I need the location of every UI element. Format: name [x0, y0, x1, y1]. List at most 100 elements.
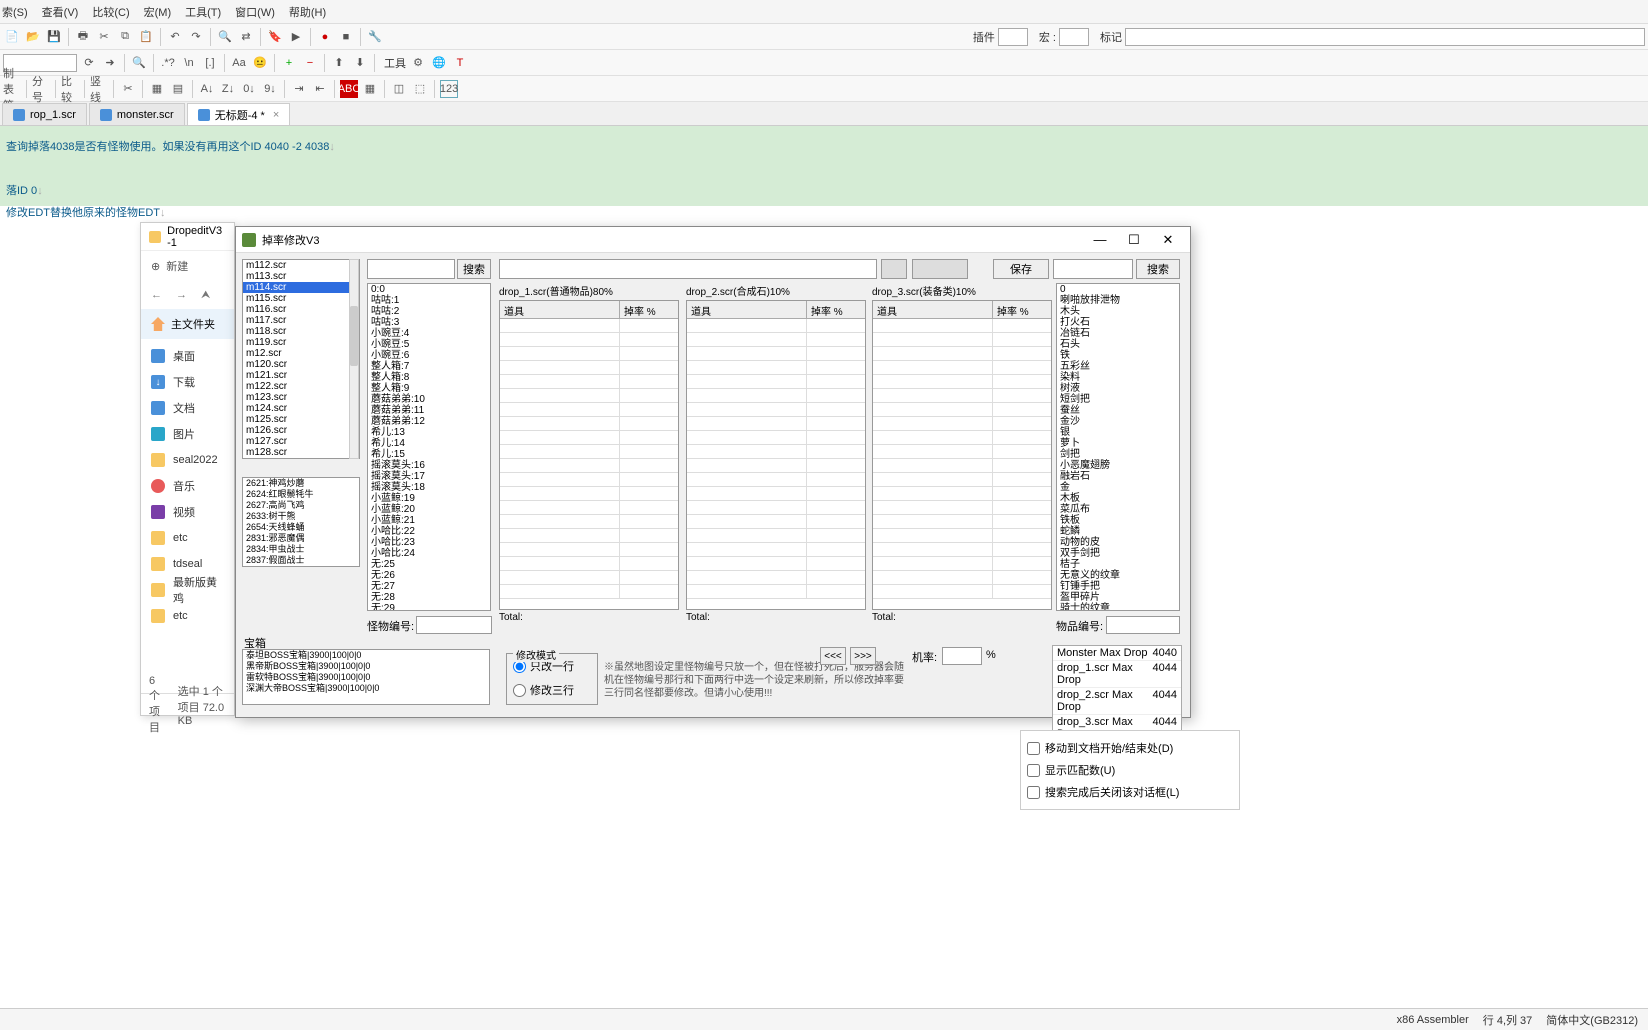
item-entry[interactable]: 小蓝鲸:21 — [368, 515, 490, 526]
fileexp-item[interactable]: etc — [141, 525, 234, 551]
file-listbox[interactable]: m112.scrm113.scrm114.scrm115.scrm116.scr… — [242, 259, 360, 459]
tb3-sort09-icon[interactable]: 0↓ — [240, 80, 258, 98]
tb3-grid-icon[interactable]: ▦ — [361, 80, 379, 98]
tb-paste-icon[interactable]: 📋 — [137, 28, 155, 46]
radio-three-lines[interactable]: 修改三行 — [507, 678, 597, 702]
tb2-bracket-icon[interactable]: [.] — [201, 54, 219, 72]
plugin-input[interactable] — [998, 28, 1028, 46]
tb-bookmark-icon[interactable]: 🔖 — [266, 28, 284, 46]
monster-listbox[interactable]: 2621:神鸡炒蘑2624:红眼鬃牦牛2627:高尚飞鸡2633:树干熊2654… — [242, 477, 360, 567]
right-item-entry[interactable]: 铁板 — [1057, 515, 1179, 526]
item-entry[interactable]: 无:25 — [368, 559, 490, 570]
tb3-num-icon[interactable]: 123 — [440, 80, 458, 98]
right-item-entry[interactable]: 剑把 — [1057, 449, 1179, 460]
tb3-sort90-icon[interactable]: 9↓ — [261, 80, 279, 98]
close-button[interactable]: ✕ — [1152, 230, 1184, 250]
tb2-up-icon[interactable]: ⬆ — [330, 54, 348, 72]
tb3-compare-icon[interactable]: 比较 — [61, 80, 79, 98]
rate-input[interactable] — [942, 647, 982, 665]
opt-matchcount-checkbox[interactable] — [1027, 764, 1040, 777]
chest-entry[interactable]: 黑帝斯BOSS宝箱|3900|100|0|0 — [243, 661, 489, 672]
tb3-tab-icon[interactable]: 制表符 — [3, 80, 21, 98]
drop-table-2[interactable]: 道具掉率 % — [686, 300, 866, 610]
file-item[interactable]: m117.scr — [243, 315, 359, 326]
editor-content[interactable]: 查询掉落4038是否有怪物使用。如果没有再用这个ID 4040 -2 4038↓… — [0, 126, 1648, 206]
tb-save-icon[interactable]: 💾 — [45, 28, 63, 46]
fileexp-new-button[interactable]: ⊕ 新建 — [141, 251, 234, 281]
tb-record-icon[interactable]: ● — [316, 28, 334, 46]
fileexp-item[interactable]: ↓下载 — [141, 369, 234, 395]
right-item-entry[interactable]: 木板 — [1057, 493, 1179, 504]
tb3-outdent-icon[interactable]: ⇤ — [311, 80, 329, 98]
fileexp-item[interactable]: 最新版黄鸡 — [141, 577, 234, 603]
file-item[interactable]: m123.scr — [243, 392, 359, 403]
right-item-entry[interactable]: 短剑把 — [1057, 394, 1179, 405]
menu-search[interactable]: 索(S) — [2, 4, 28, 20]
fileexp-item[interactable]: etc — [141, 603, 234, 629]
fileexp-item[interactable]: 图片 — [141, 421, 234, 447]
tb-open-icon[interactable]: 📂 — [24, 28, 42, 46]
fileexp-item[interactable]: seal2022 — [141, 447, 234, 473]
item-entry[interactable]: 咕咕:2 — [368, 306, 490, 317]
menu-help[interactable]: 帮助(H) — [289, 4, 326, 20]
dropedit-titlebar[interactable]: 掉率修改V3 — ☐ ✕ — [236, 227, 1190, 253]
menu-tools[interactable]: 工具(T) — [185, 4, 221, 20]
file-item[interactable]: m128.scr — [243, 447, 359, 458]
menu-macro[interactable]: 宏(M) — [144, 4, 172, 20]
tb3-rows-icon[interactable]: ▤ — [169, 80, 187, 98]
item-entry[interactable]: 无:29 — [368, 603, 490, 611]
file-item[interactable]: m122.scr — [243, 381, 359, 392]
right-item-entry[interactable]: 融岩石 — [1057, 471, 1179, 482]
maximize-button[interactable]: ☐ — [1118, 230, 1150, 250]
file-item[interactable]: m126.scr — [243, 425, 359, 436]
right-item-entry[interactable]: 桔子 — [1057, 559, 1179, 570]
drop-table-3[interactable]: 道具掉率 % — [872, 300, 1052, 610]
tb3-win2-icon[interactable]: ⬚ — [411, 80, 429, 98]
item-entry[interactable]: 0:0 — [368, 284, 490, 295]
item-entry[interactable]: 咕咕:1 — [368, 295, 490, 306]
tb-copy-icon[interactable]: ⧉ — [116, 28, 134, 46]
file-item[interactable]: m121.scr — [243, 370, 359, 381]
chest-entry[interactable]: 泰坦BOSS宝箱|3900|100|0|0 — [243, 650, 489, 661]
fileexp-item[interactable]: 音乐 — [141, 473, 234, 499]
file-item[interactable]: m113.scr — [243, 271, 359, 282]
right-item-entry[interactable]: 石头 — [1057, 339, 1179, 350]
menu-view[interactable]: 查看(V) — [42, 4, 79, 20]
item-entry[interactable]: 希儿:15 — [368, 449, 490, 460]
item-entry[interactable]: 小蓝鲸:19 — [368, 493, 490, 504]
tb-undo-icon[interactable]: ↶ — [166, 28, 184, 46]
item-entry[interactable]: 整人箱:7 — [368, 361, 490, 372]
back-icon[interactable]: ← — [151, 289, 162, 301]
right-item-entry[interactable]: 金 — [1057, 482, 1179, 493]
right-item-listbox[interactable]: 0喇啪放排泄物木头打火石冶链石石头铁五彩丝染料树液短剑把蚕丝金沙银萝卜剑把小恶魔… — [1056, 283, 1180, 611]
item-entry[interactable]: 小哈比:24 — [368, 548, 490, 559]
right-item-entry[interactable]: 0 — [1057, 284, 1179, 295]
monster-entry[interactable]: 2633:树干熊 — [243, 511, 359, 522]
right-item-entry[interactable]: 树液 — [1057, 383, 1179, 394]
tb2-regex-icon[interactable]: .*? — [159, 54, 177, 72]
tb3-indent-icon[interactable]: ⇥ — [290, 80, 308, 98]
tab-untitled4[interactable]: 无标题-4 *× — [187, 103, 291, 125]
search-button-1[interactable]: 搜索 — [457, 259, 491, 279]
tb3-cols-icon[interactable]: ▦ — [148, 80, 166, 98]
right-item-entry[interactable]: 蚕丝 — [1057, 405, 1179, 416]
file-item[interactable]: m115.scr — [243, 293, 359, 304]
tab-drop1[interactable]: rop_1.scr — [2, 103, 87, 125]
tb2-search-icon[interactable]: 🔍 — [130, 54, 148, 72]
tb-print-icon[interactable]: 🖶 — [74, 28, 92, 46]
item-entry[interactable]: 摇滚莫头:18 — [368, 482, 490, 493]
tb3-win1-icon[interactable]: ◫ — [390, 80, 408, 98]
right-item-entry[interactable]: 银 — [1057, 427, 1179, 438]
file-item[interactable]: m116.scr — [243, 304, 359, 315]
file-item[interactable]: m125.scr — [243, 414, 359, 425]
item-entry[interactable]: 蘑菇弟弟:10 — [368, 394, 490, 405]
tb2-aa-icon[interactable]: Aa — [230, 54, 248, 72]
tb-wrench-icon[interactable]: 🔧 — [366, 28, 384, 46]
tb2-t-icon[interactable]: T — [451, 54, 469, 72]
item-entry[interactable]: 小蓝鲸:20 — [368, 504, 490, 515]
item-entry[interactable]: 整人箱:9 — [368, 383, 490, 394]
tb2-refresh-icon[interactable]: ⟳ — [80, 54, 98, 72]
right-item-entry[interactable]: 菜瓜布 — [1057, 504, 1179, 515]
file-item[interactable]: m120.scr — [243, 359, 359, 370]
forward-icon[interactable]: → — [176, 289, 187, 301]
